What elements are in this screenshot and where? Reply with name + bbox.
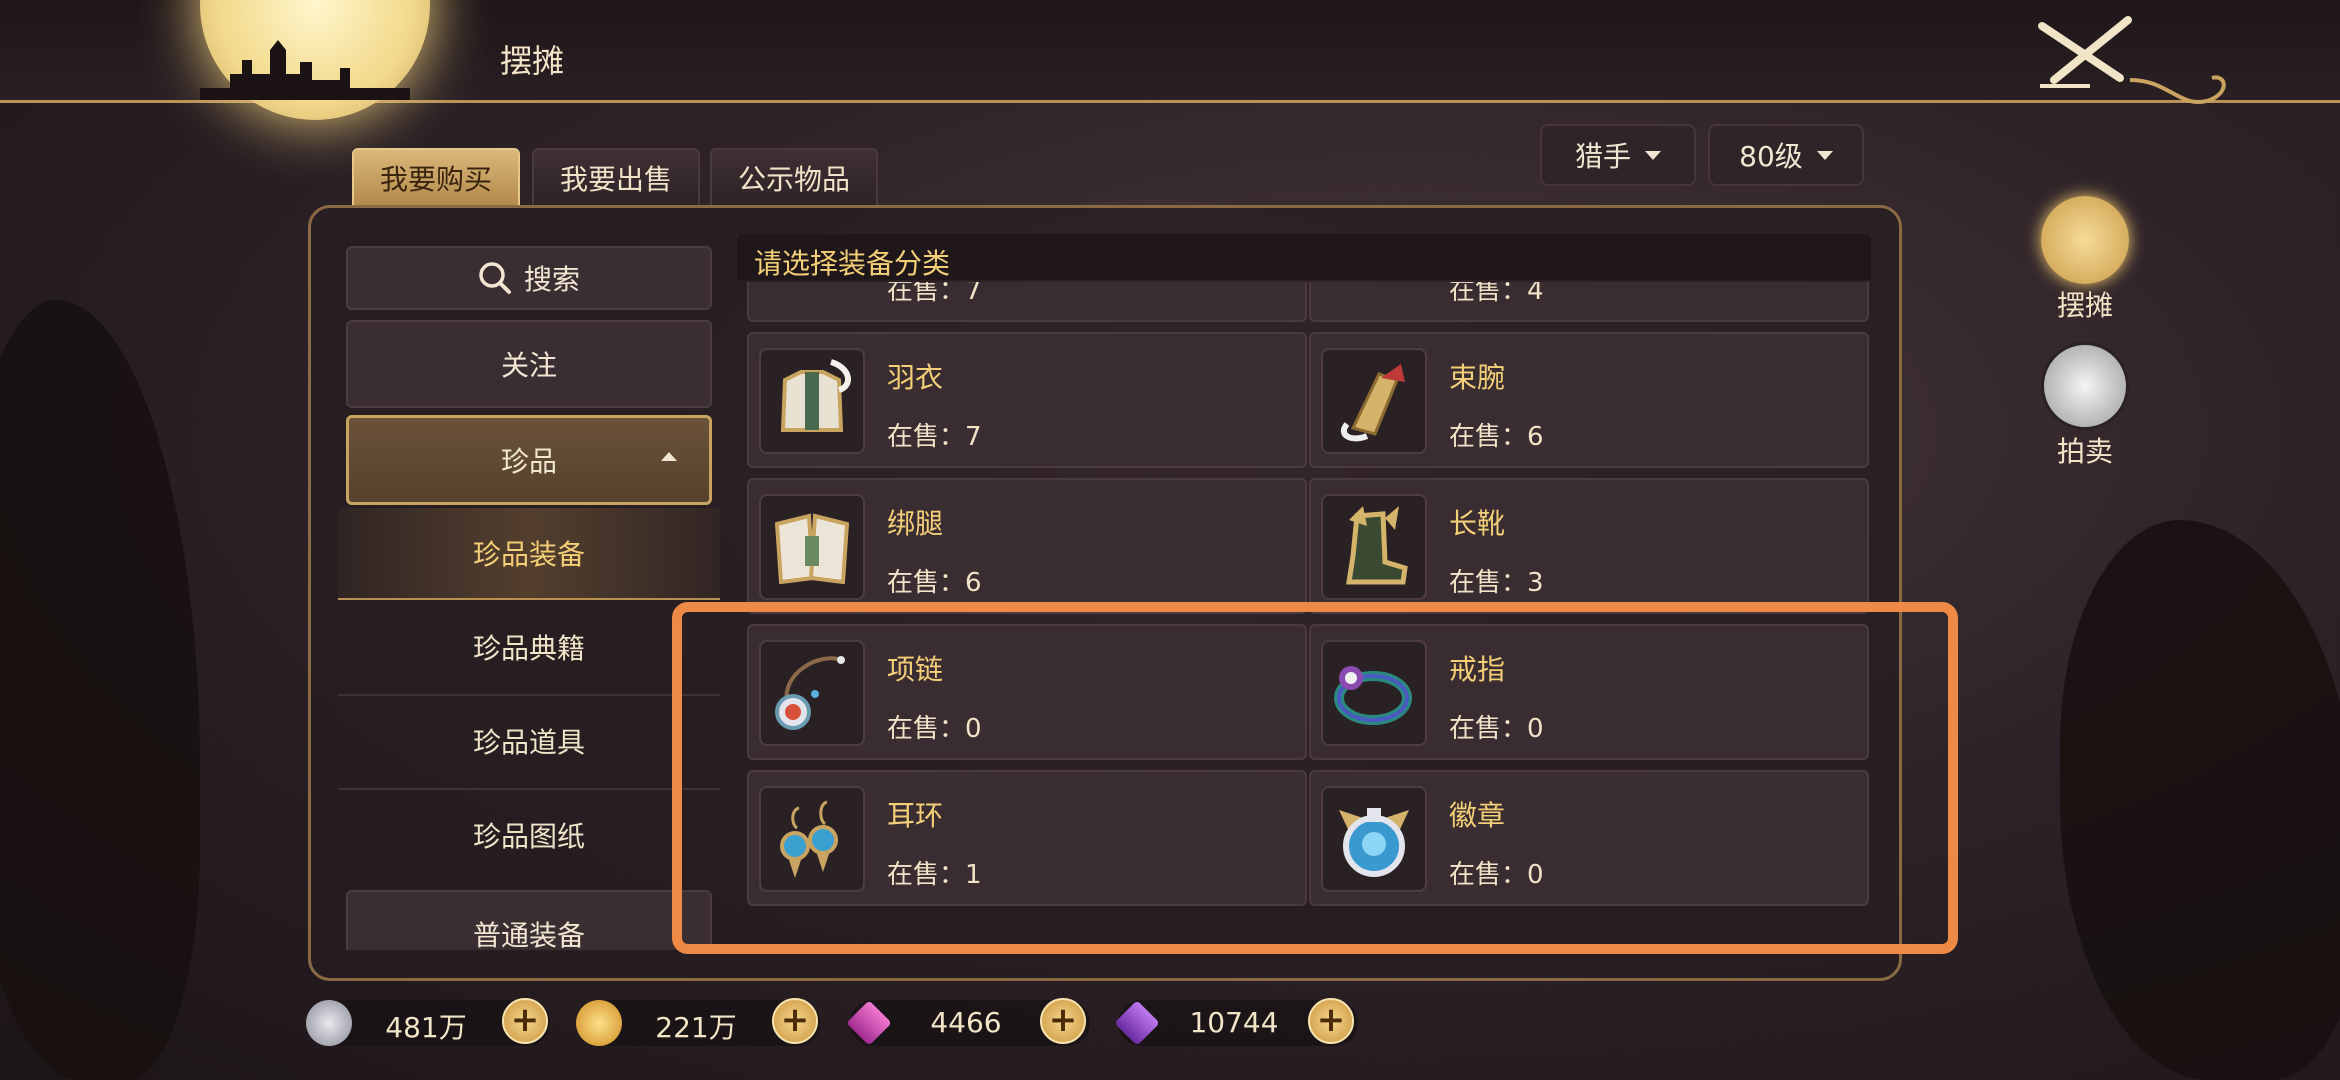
card-count: 在售：7 bbox=[887, 422, 982, 452]
card-name: 羽衣 bbox=[887, 361, 944, 394]
category-card-partial[interactable]: 在售：4 bbox=[1309, 282, 1869, 322]
stall-icon bbox=[2041, 196, 2129, 284]
silver-coin-icon bbox=[306, 1000, 352, 1046]
sidebar-item-normal-equipment[interactable]: 普通装备 bbox=[346, 890, 712, 950]
category-card-partial[interactable]: 在售：7 bbox=[747, 282, 1307, 322]
card-count: 在售：6 bbox=[1449, 422, 1544, 452]
add-silver-button[interactable]: + bbox=[502, 998, 548, 1044]
currency-pink-gem-value: 4466 bbox=[930, 1006, 1002, 1039]
currency-gold-value: 221万 bbox=[655, 1011, 737, 1044]
card-name: 绑腿 bbox=[887, 507, 944, 540]
sidebar-item-treasure-blueprints[interactable]: 珍品图纸 bbox=[338, 790, 720, 880]
category-card-badge[interactable]: 徽章 在售：0 bbox=[1309, 770, 1869, 906]
add-pink-gem-button[interactable]: + bbox=[1040, 998, 1086, 1044]
sidebar-item-treasure[interactable]: 珍品 bbox=[346, 415, 712, 505]
feather-robe-icon bbox=[759, 348, 865, 454]
ring-icon bbox=[1321, 640, 1427, 746]
category-card-feather-robe[interactable]: 羽衣 在售：7 bbox=[747, 332, 1307, 468]
castle-icon bbox=[200, 40, 410, 100]
category-sidebar[interactable]: 搜索 关注 珍品 珍品装备 珍品典籍 珍品道具 珍品图纸 普通装备 bbox=[338, 232, 720, 950]
page-title: 摆摊 bbox=[500, 42, 565, 80]
search-icon bbox=[479, 262, 511, 294]
card-count: 在售：1 bbox=[887, 860, 982, 890]
chevron-up-icon bbox=[661, 452, 677, 461]
card-name: 耳环 bbox=[887, 799, 944, 832]
badge-icon bbox=[1321, 786, 1427, 892]
side-nav-label: 摆摊 bbox=[2056, 289, 2113, 322]
currency-purple-gem-value: 10744 bbox=[1189, 1006, 1279, 1039]
add-purple-gem-button[interactable]: + bbox=[1308, 998, 1354, 1044]
background-tree bbox=[2060, 520, 2340, 1080]
background-tree bbox=[0, 300, 200, 1080]
chevron-down-icon bbox=[1816, 150, 1833, 160]
chevron-down-icon bbox=[1645, 150, 1661, 160]
level-filter-dropdown[interactable]: 80级 bbox=[1708, 124, 1864, 186]
equipment-category-grid[interactable]: 在售：7 在售：4 羽衣 在售：7 束腕 在售：6 绑腿 在售：6 长靴 在售：… bbox=[737, 282, 1871, 942]
close-icon[interactable] bbox=[2030, 16, 2140, 96]
level-filter-value: 80级 bbox=[1739, 140, 1803, 173]
gold-coin-icon bbox=[576, 1000, 622, 1046]
tab-buy[interactable]: 我要购买 bbox=[352, 148, 520, 206]
sidebar-item-treasure-equipment[interactable]: 珍品装备 bbox=[338, 508, 720, 600]
sidebar-item-treasure-props[interactable]: 珍品道具 bbox=[338, 696, 720, 786]
category-card-necklace[interactable]: 项链 在售：0 bbox=[747, 624, 1307, 760]
card-count: 在售：3 bbox=[1449, 568, 1544, 598]
card-name: 徽章 bbox=[1449, 799, 1506, 832]
card-name: 束腕 bbox=[1449, 361, 1506, 394]
swirl-ornament-icon bbox=[2130, 75, 2226, 104]
currency-silver-value: 481万 bbox=[385, 1011, 467, 1044]
sidebar-item-follow[interactable]: 关注 bbox=[346, 320, 712, 408]
category-card-leg-guard[interactable]: 绑腿 在售：6 bbox=[747, 478, 1307, 614]
card-name: 项链 bbox=[887, 653, 944, 686]
side-nav-label: 拍卖 bbox=[2056, 435, 2113, 468]
tab-public-items[interactable]: 公示物品 bbox=[710, 148, 878, 206]
tab-sell[interactable]: 我要出售 bbox=[532, 148, 700, 206]
sidebar-item-treasure-books[interactable]: 珍品典籍 bbox=[338, 602, 720, 692]
leg-guard-icon bbox=[759, 494, 865, 600]
boots-icon bbox=[1321, 494, 1427, 600]
category-card-boots[interactable]: 长靴 在售：3 bbox=[1309, 478, 1869, 614]
earrings-icon bbox=[759, 786, 865, 892]
card-count: 在售：0 bbox=[1449, 860, 1544, 890]
necklace-icon bbox=[759, 640, 865, 746]
card-count: 在售：4 bbox=[1449, 282, 1544, 306]
currency-bar: 481万 + 221万 + 4466 + 10744 + bbox=[300, 996, 1400, 1056]
side-nav-stall[interactable]: 摆摊 bbox=[2040, 196, 2130, 324]
side-nav-auction[interactable]: 拍卖 bbox=[2040, 342, 2130, 470]
card-name: 戒指 bbox=[1449, 653, 1506, 686]
bracer-icon bbox=[1321, 348, 1427, 454]
category-card-earrings[interactable]: 耳环 在售：1 bbox=[747, 770, 1307, 906]
class-filter-dropdown[interactable]: 猎手 bbox=[1540, 124, 1696, 186]
card-name: 长靴 bbox=[1449, 507, 1506, 540]
card-count: 在售：6 bbox=[887, 568, 982, 598]
grid-title: 请选择装备分类 bbox=[754, 247, 951, 280]
auction-icon bbox=[2041, 342, 2129, 430]
search-label: 搜索 bbox=[523, 263, 580, 296]
search-button[interactable]: 搜索 bbox=[346, 246, 712, 310]
category-card-bracer[interactable]: 束腕 在售：6 bbox=[1309, 332, 1869, 468]
sidebar-item-label: 珍品 bbox=[500, 445, 557, 478]
add-gold-button[interactable]: + bbox=[772, 998, 818, 1044]
class-filter-value: 猎手 bbox=[1574, 140, 1631, 173]
card-count: 在售：7 bbox=[887, 282, 982, 306]
card-count: 在售：0 bbox=[887, 714, 982, 744]
category-card-ring[interactable]: 戒指 在售：0 bbox=[1309, 624, 1869, 760]
card-count: 在售：0 bbox=[1449, 714, 1544, 744]
